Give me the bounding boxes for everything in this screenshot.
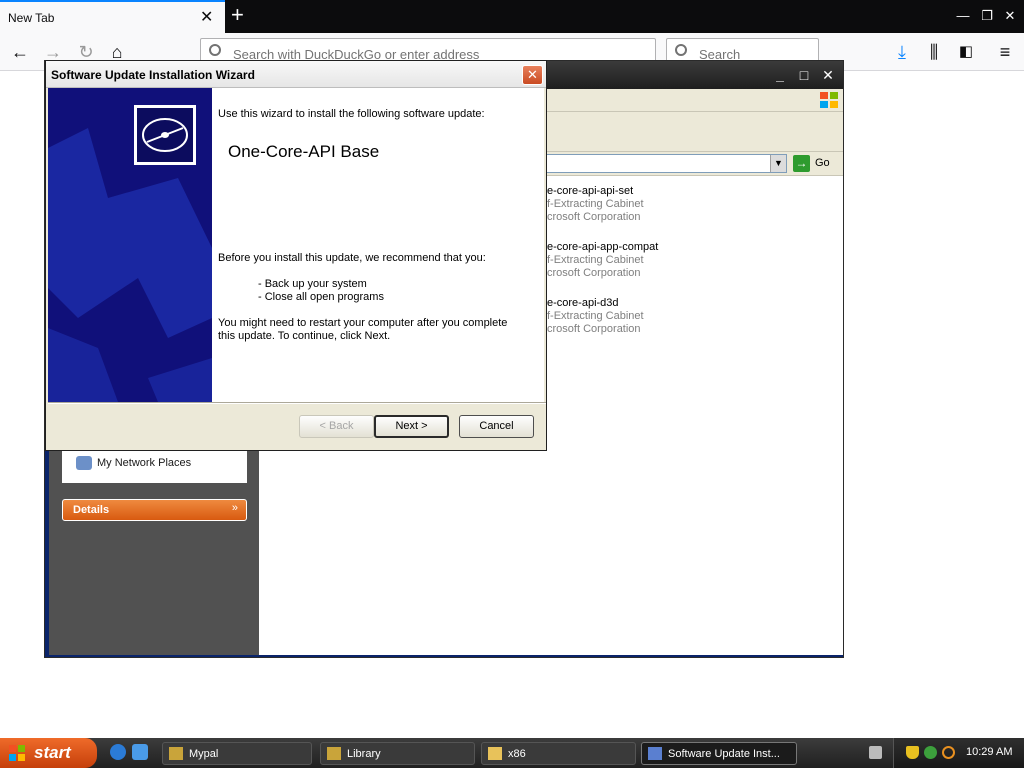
mypal-icon	[169, 747, 183, 760]
wizard-content: Use this wizard to install the following…	[212, 88, 544, 402]
tab-new-tab[interactable]: New Tab ✕	[0, 0, 225, 33]
wizard-close-button[interactable]: ✕	[522, 65, 543, 85]
start-label: start	[34, 743, 71, 762]
other-places-panel: My Network Places	[62, 451, 247, 483]
browser-minimize-button[interactable]: —	[953, 6, 973, 26]
file-company: crosoft Corporation	[547, 323, 641, 335]
network-icon[interactable]	[924, 746, 937, 759]
taskbar-item-x86[interactable]: x86	[481, 742, 636, 765]
explorer-maximize-button[interactable]: □	[794, 66, 814, 84]
details-label: Details	[73, 504, 110, 516]
go-button[interactable]: → Go	[793, 154, 841, 173]
task-label: Software Update Inst...	[668, 748, 780, 760]
file-item[interactable]: e-core-api-app-compat f-Extracting Cabin…	[547, 241, 747, 280]
go-arrow-icon: →	[793, 155, 810, 172]
wizard-recommend-text: Before you install this update, we recom…	[218, 252, 486, 264]
go-label: Go	[815, 157, 830, 169]
start-button[interactable]: start	[0, 738, 97, 768]
search-icon[interactable]	[942, 746, 955, 759]
file-name: e-core-api-api-set	[547, 185, 634, 197]
file-type: f-Extracting Cabinet	[547, 198, 644, 210]
wizard-intro-text: Use this wizard to install the following…	[218, 108, 485, 120]
network-places-icon	[76, 456, 92, 470]
wizard-title: Software Update Installation Wizard	[51, 68, 255, 82]
browser-tab-strip: New Tab ✕ + — ❐ ✕	[0, 0, 1024, 33]
details-section-header[interactable]: Details »	[62, 499, 247, 521]
wizard-restart-text: You might need to restart your computer …	[218, 317, 508, 329]
explorer-close-button[interactable]: ✕	[818, 66, 838, 84]
tab-close-icon[interactable]: ✕	[200, 7, 213, 27]
tab-title: New Tab	[8, 11, 55, 25]
file-item[interactable]: e-core-api-api-set f-Extracting Cabinet …	[547, 185, 747, 224]
wizard-step-backup: - Back up your system	[258, 278, 367, 290]
wizard-title-bar: Software Update Installation Wizard ✕	[46, 61, 546, 88]
keyboard-icon[interactable]	[869, 746, 882, 759]
quick-launch-icon[interactable]	[132, 744, 148, 760]
software-update-wizard-dialog: Software Update Installation Wizard ✕ Us…	[45, 60, 547, 451]
taskbar-item-mypal[interactable]: Mypal	[162, 742, 312, 765]
file-company: crosoft Corporation	[547, 211, 641, 223]
taskbar-item-software-update[interactable]: Software Update Inst...	[641, 742, 797, 765]
library-icon	[327, 747, 341, 760]
installer-disc-icon	[134, 105, 196, 165]
internet-explorer-icon[interactable]	[110, 744, 126, 760]
wizard-product-name: One-Core-API Base	[228, 142, 380, 161]
clock: 10:29 AM	[966, 746, 1013, 758]
browser-restore-button[interactable]: ❐	[977, 6, 997, 26]
wizard-step-close-programs: - Close all open programs	[258, 291, 384, 303]
new-tab-button[interactable]: +	[231, 3, 244, 27]
search-icon	[675, 44, 687, 56]
wizard-continue-text: this update. To continue, click Next.	[218, 330, 391, 342]
sidebar-icon[interactable]: ◧	[955, 42, 977, 64]
chevron-down-icon[interactable]: ▼	[770, 155, 786, 172]
task-label: Library	[347, 748, 381, 760]
task-label: x86	[508, 748, 526, 760]
file-company: crosoft Corporation	[547, 267, 641, 279]
file-type: f-Extracting Cabinet	[547, 254, 644, 266]
file-name: e-core-api-app-compat	[547, 241, 659, 253]
back-arrow-icon[interactable]: ←	[9, 42, 31, 64]
chevron-down-icon[interactable]: »	[232, 502, 238, 514]
taskbar-item-library[interactable]: Library	[320, 742, 475, 765]
file-name: e-core-api-d3d	[547, 297, 619, 309]
back-button[interactable]: < Back	[299, 415, 374, 438]
wizard-banner-image	[48, 88, 212, 402]
file-type: f-Extracting Cabinet	[547, 310, 644, 322]
taskbar: start Mypal Library x86 Software Update …	[0, 738, 1024, 768]
windows-logo-icon	[820, 92, 838, 108]
menu-icon[interactable]: ≡	[994, 42, 1016, 64]
browser-close-button[interactable]: ✕	[1000, 6, 1020, 26]
windows-flag-icon	[9, 745, 25, 761]
security-shield-icon[interactable]	[906, 746, 919, 759]
wizard-separator	[48, 402, 546, 404]
installer-icon	[648, 747, 662, 760]
download-icon[interactable]: ⤓	[891, 42, 913, 64]
task-label: Mypal	[189, 748, 219, 760]
cancel-button[interactable]: Cancel	[459, 415, 534, 438]
next-button[interactable]: Next >	[374, 415, 449, 438]
library-icon[interactable]: ⫼	[923, 42, 945, 64]
file-item[interactable]: e-core-api-d3d f-Extracting Cabinet cros…	[547, 297, 747, 336]
network-places-link[interactable]: My Network Places	[97, 457, 191, 469]
explorer-minimize-button[interactable]: _	[770, 66, 790, 84]
search-icon	[209, 44, 221, 56]
folder-icon	[488, 747, 502, 760]
system-tray: 10:29 AM	[893, 738, 1024, 768]
